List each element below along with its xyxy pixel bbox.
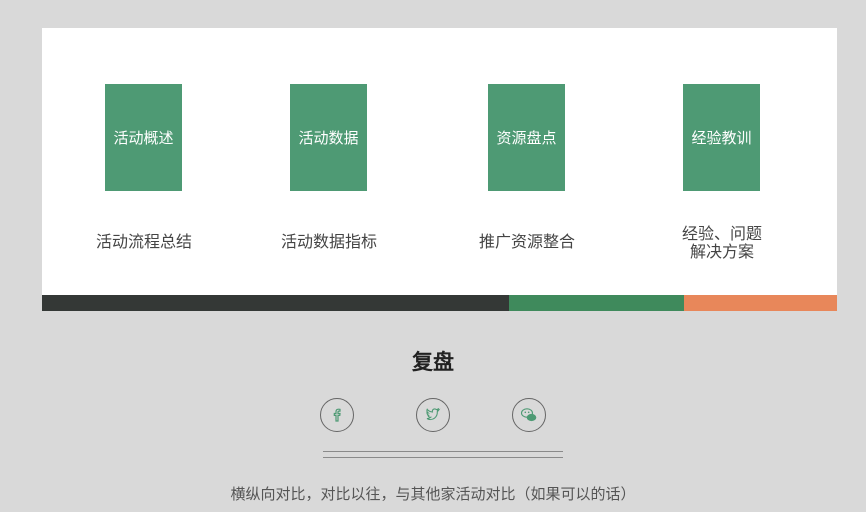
tile-caption-activity-overview: 活动流程总结 bbox=[95, 234, 192, 251]
divider-line bbox=[323, 451, 563, 452]
tile-label: 资源盘点 bbox=[496, 130, 557, 147]
progress-bar-orange bbox=[684, 295, 837, 311]
section-title: 复盘 bbox=[412, 351, 454, 374]
twitter-icon bbox=[426, 407, 441, 421]
tile-activity-data[interactable]: 活动数据 bbox=[290, 84, 367, 191]
tile-label: 活动概述 bbox=[113, 130, 174, 147]
progress-bar-dark bbox=[42, 295, 509, 311]
twitter-button[interactable] bbox=[416, 398, 450, 432]
progress-bar-green bbox=[509, 295, 684, 311]
tile-caption-line: 经验、问题 bbox=[681, 226, 762, 243]
tile-label: 活动数据 bbox=[298, 130, 359, 147]
tile-caption-resource-inventory: 推广资源整合 bbox=[478, 234, 575, 251]
tile-caption-line: 解决方案 bbox=[689, 244, 754, 261]
facebook-button[interactable] bbox=[320, 398, 354, 432]
content-card: 活动概述 活动数据 资源盘点 经验教训 活动流程总结 活动数据指标 推广资源整合… bbox=[42, 28, 837, 295]
tile-caption-activity-data: 活动数据指标 bbox=[280, 234, 377, 251]
tile-lessons-learned[interactable]: 经验教训 bbox=[683, 84, 760, 191]
divider-line bbox=[323, 457, 563, 458]
footer-caption: 横纵向对比，对比以往，与其他家活动对比（如果可以的话） bbox=[230, 486, 636, 503]
tile-activity-overview[interactable]: 活动概述 bbox=[105, 84, 182, 191]
wechat-icon bbox=[520, 408, 537, 422]
tile-resource-inventory[interactable]: 资源盘点 bbox=[488, 84, 565, 191]
facebook-icon bbox=[333, 408, 341, 422]
tile-caption-lessons-learned: 经验、问题 解决方案 bbox=[642, 226, 802, 262]
tile-label: 经验教训 bbox=[691, 130, 752, 147]
wechat-button[interactable] bbox=[512, 398, 546, 432]
